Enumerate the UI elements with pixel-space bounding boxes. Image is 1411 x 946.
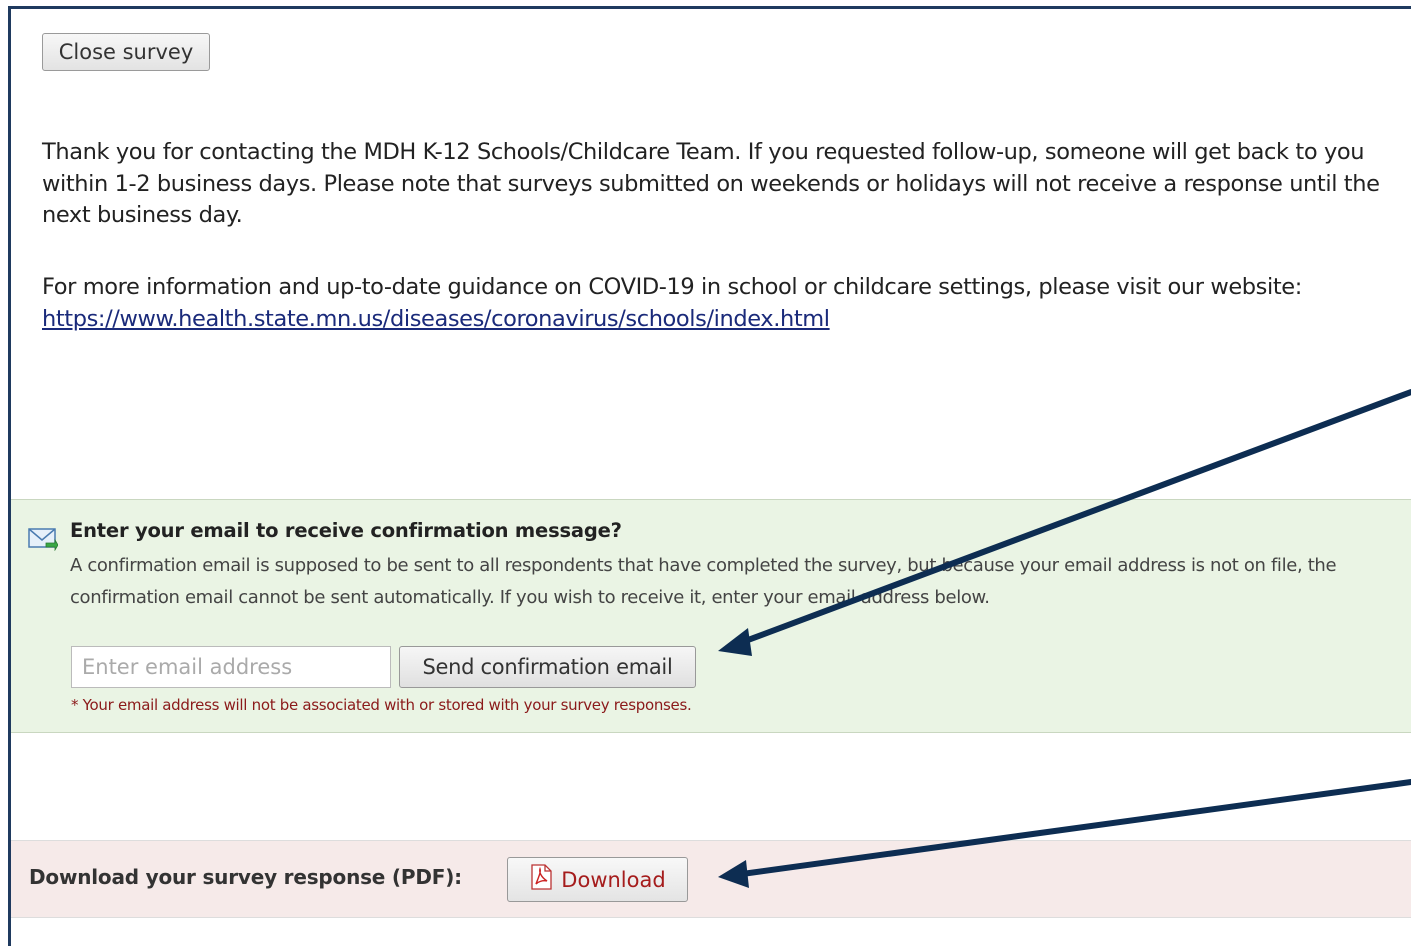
- send-confirmation-email-button[interactable]: Send confirmation email: [399, 646, 696, 688]
- pdf-icon: [529, 864, 553, 895]
- email-section-description: A confirmation email is supposed to be s…: [70, 555, 1337, 608]
- thank-you-message: Thank you for contacting the MDH K-12 Sc…: [42, 139, 1380, 228]
- download-section: Download your survey response (PDF): Dow…: [11, 840, 1411, 918]
- more-info-message: For more information and up-to-date guid…: [42, 272, 1402, 335]
- download-label: Download your survey response (PDF):: [29, 865, 462, 889]
- schools-guidance-link[interactable]: https://www.health.state.mn.us/diseases/…: [42, 306, 830, 332]
- email-section-title: Enter your email to receive confirmation…: [70, 519, 622, 542]
- download-button-label: Download: [561, 867, 666, 892]
- email-privacy-note: * Your email address will not be associa…: [71, 696, 692, 714]
- close-survey-button[interactable]: Close survey: [42, 33, 210, 71]
- email-confirmation-section: Enter your email to receive confirmation…: [11, 499, 1411, 733]
- download-pdf-button[interactable]: Download: [507, 857, 688, 902]
- mail-icon: [28, 527, 59, 555]
- email-input[interactable]: [71, 646, 391, 688]
- more-info-text: For more information and up-to-date guid…: [42, 274, 1302, 300]
